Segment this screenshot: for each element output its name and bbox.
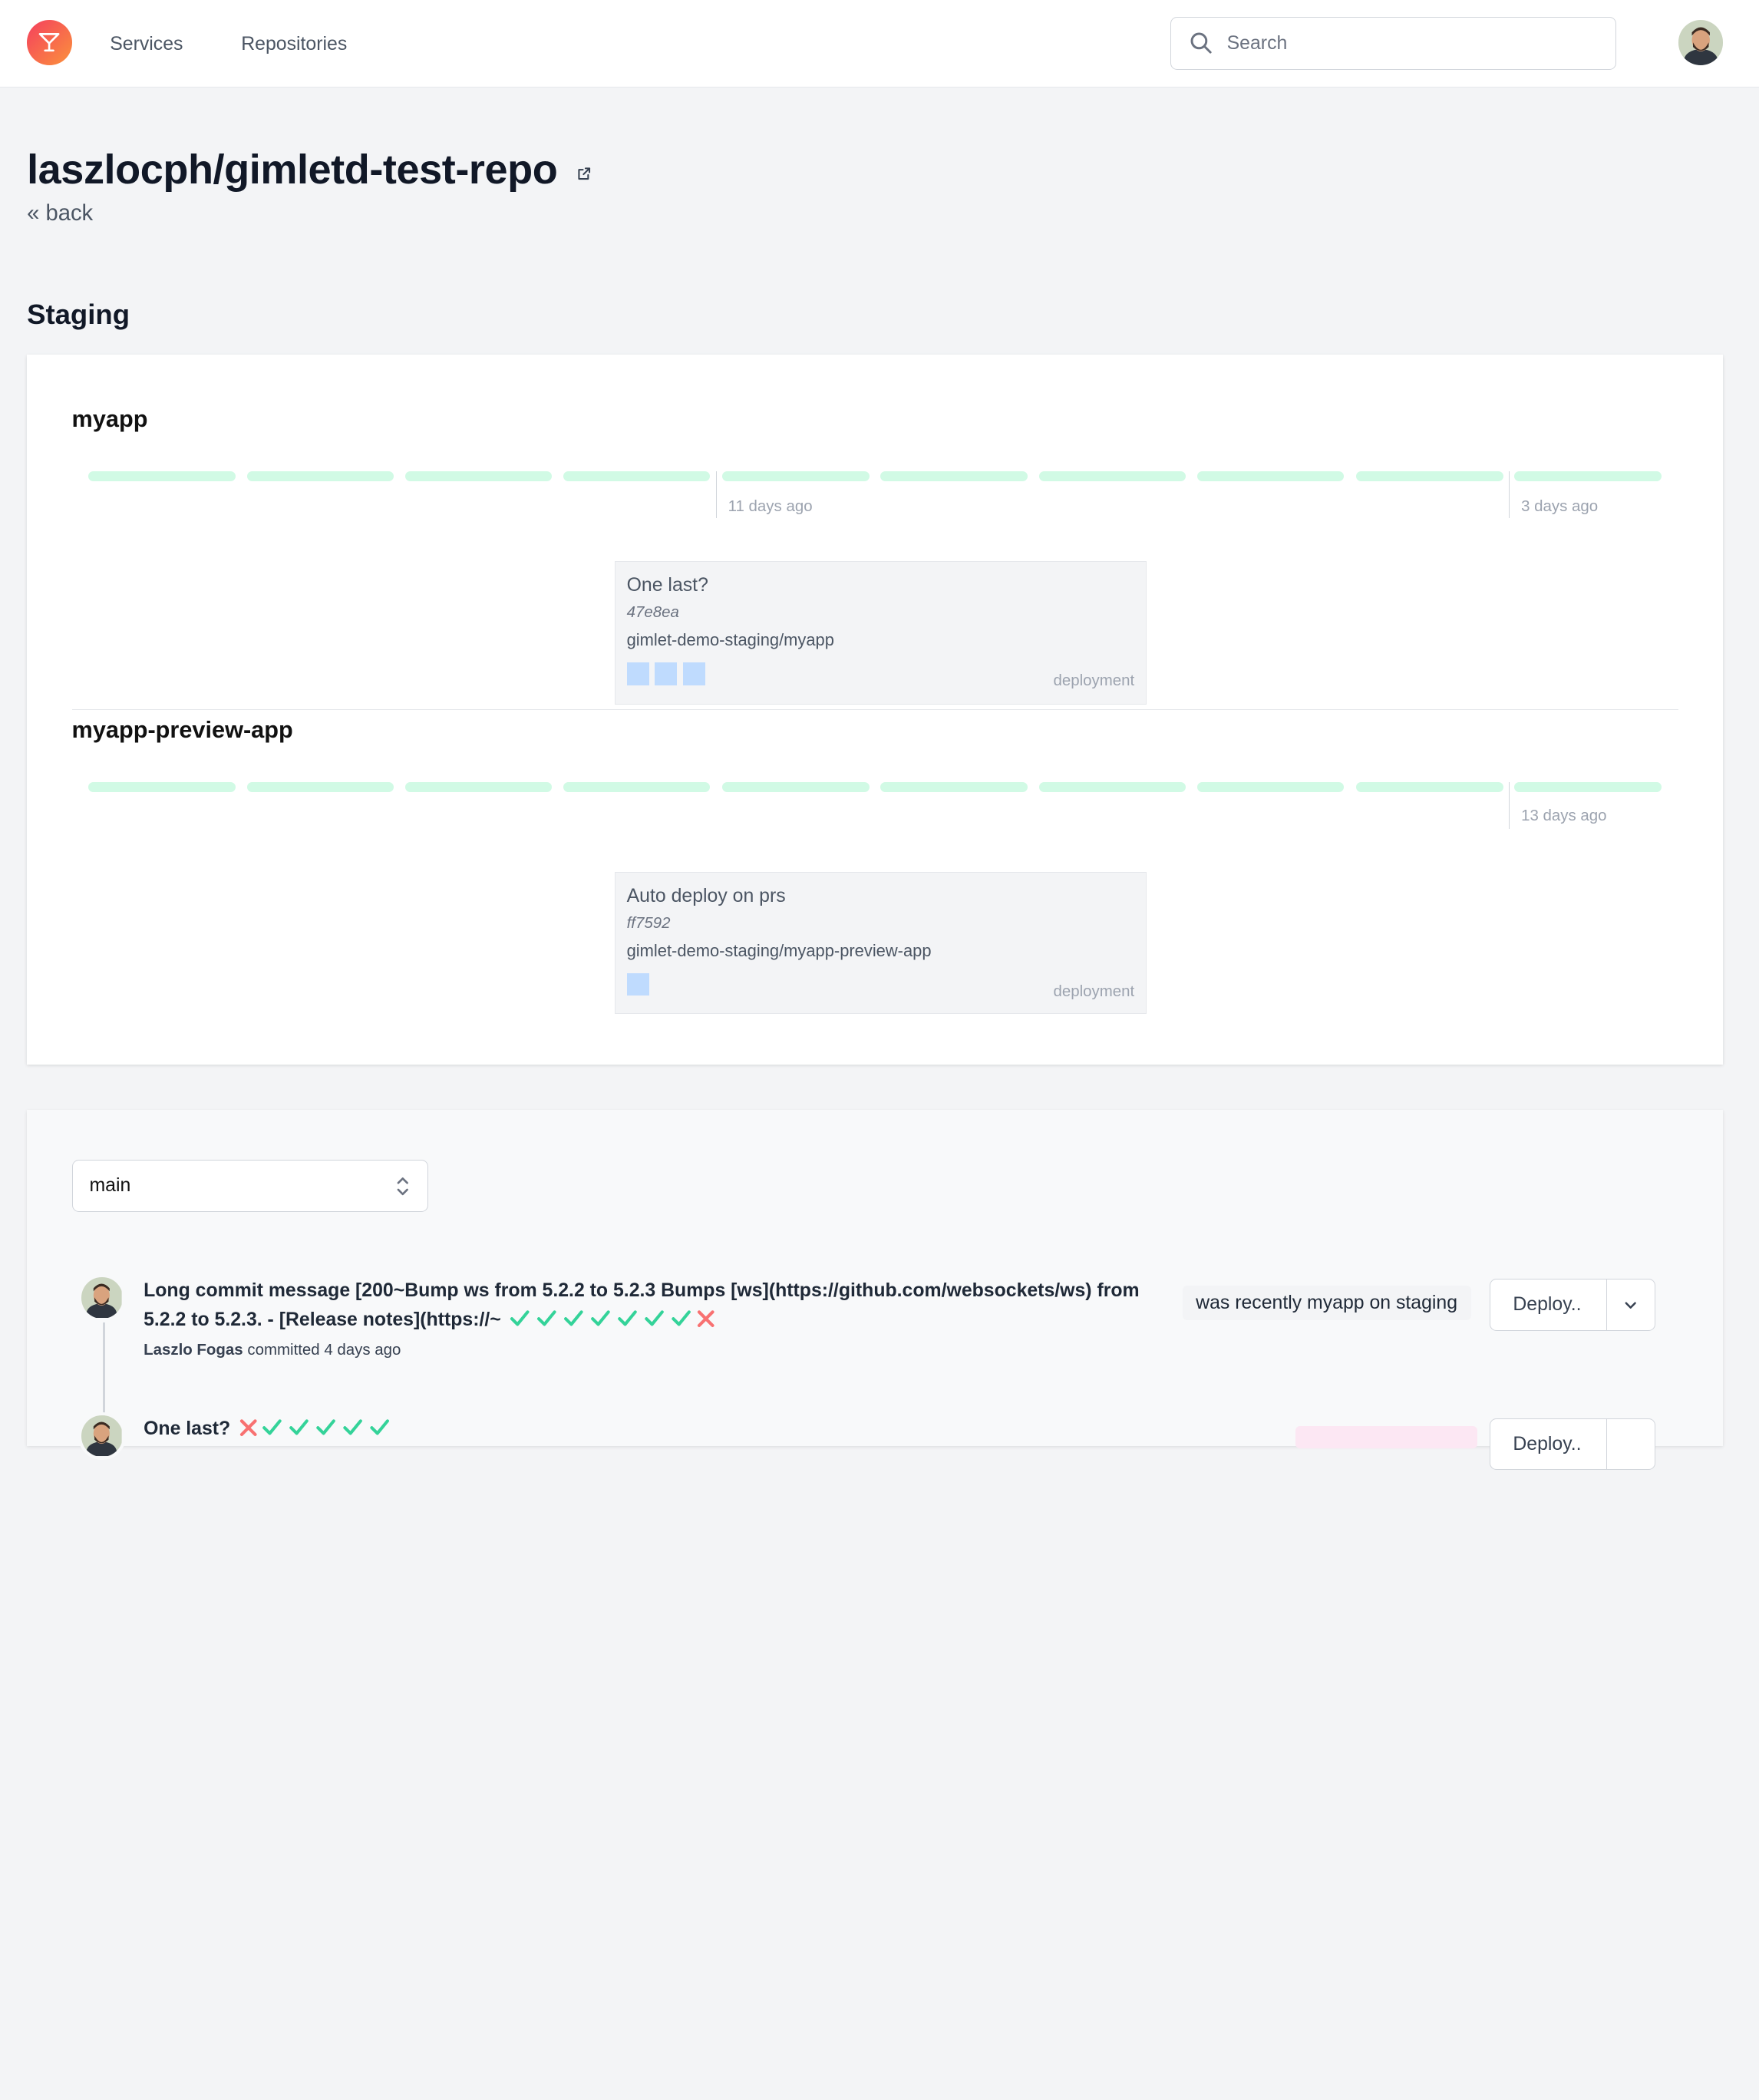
rollout-bar[interactable] [1356, 471, 1503, 482]
x-icon [698, 1310, 714, 1328]
rollout-bar[interactable] [563, 781, 711, 792]
rollout-bar[interactable] [1196, 471, 1345, 482]
x-icon [239, 1419, 257, 1437]
page-title: laszlocph/gimletd-test-repo [27, 147, 558, 193]
timeline-tick-label: 3 days ago [1521, 497, 1599, 515]
commit-message[interactable]: One last? [144, 1415, 1176, 1447]
rollout-bar[interactable] [722, 471, 870, 482]
commit-status-checks[interactable] [510, 1309, 723, 1338]
pod-indicator[interactable] [655, 662, 678, 685]
commit-meta: Laszlo Fogas committed 4 days ago [144, 1341, 401, 1359]
check-icon [262, 1419, 389, 1435]
timeline-tick-label: 11 days ago [728, 497, 813, 515]
app-divider [71, 708, 1678, 711]
rollout-bar[interactable] [1038, 781, 1186, 792]
deploy-button-group[interactable]: Deploy.. [1490, 1279, 1656, 1331]
commit-status-checks[interactable] [239, 1418, 397, 1447]
timeline-tick [1508, 781, 1510, 830]
pod-indicator[interactable] [626, 662, 649, 685]
environment-card: myapp 11 days ago 3 days ago One last? 4… [27, 354, 1724, 1065]
rollout-bar[interactable] [404, 781, 553, 792]
timeline-tick-label: 13 days ago [1521, 806, 1607, 824]
rollout-bar[interactable] [88, 781, 236, 792]
commit-message-text: One last? [144, 1418, 231, 1440]
button-separator [1606, 1418, 1608, 1469]
timeline-tick [715, 471, 717, 519]
commit-author-avatar [78, 1274, 126, 1322]
gimlet-logo-icon[interactable] [27, 20, 72, 65]
rollout-bar[interactable] [404, 471, 553, 482]
deployment-card[interactable]: Auto deploy on prs ff7592 gimlet-demo-st… [615, 871, 1147, 1015]
commit-time: committed 4 days ago [247, 1340, 401, 1359]
nav-repositories[interactable]: Repositories [241, 34, 347, 55]
rollout-bar[interactable] [88, 471, 236, 482]
rollout-bar[interactable] [880, 471, 1028, 482]
rollout-bar[interactable] [1038, 471, 1186, 482]
environment-title: Staging [27, 298, 130, 330]
rollout-bar[interactable] [1514, 471, 1662, 482]
rollout-bar[interactable] [880, 781, 1028, 792]
commit-author[interactable]: Laszlo Fogas [144, 1341, 243, 1359]
rollout-bar[interactable] [563, 471, 711, 482]
rollout-bar[interactable] [1196, 781, 1345, 792]
rollout-bar[interactable] [246, 781, 394, 792]
user-avatar[interactable] [1678, 20, 1724, 65]
recent-deploy-badge: was recently myapp on staging [1182, 1286, 1471, 1321]
search-input[interactable] [1226, 26, 1597, 61]
commits-panel: main Long commit message [200~Bump ws fr… [27, 1109, 1724, 1470]
rollout-bar[interactable] [246, 471, 394, 482]
commit-author-avatar [78, 1412, 126, 1460]
pod-indicator[interactable] [626, 973, 649, 996]
deployment-kind: deployment [1053, 982, 1135, 1000]
commit-message[interactable]: Long commit message [200~Bump ws from 5.… [144, 1276, 1176, 1338]
status-badge [1295, 1425, 1478, 1449]
top-navbar: Services Repositories [0, 0, 1759, 88]
rollout-bar[interactable] [1356, 781, 1503, 792]
pod-indicator[interactable] [682, 662, 705, 685]
back-link[interactable]: « back [27, 201, 93, 226]
chevron-down-icon[interactable] [1622, 1296, 1639, 1314]
app-name: myapp-preview-app [71, 715, 293, 743]
commit-timeline-line [103, 1322, 106, 1424]
deployment-sha: 47e8ea [626, 603, 679, 621]
search-box[interactable] [1170, 16, 1617, 70]
rollout-bar[interactable] [1514, 781, 1662, 792]
app-name: myapp [71, 404, 148, 432]
search-icon [1190, 32, 1212, 54]
deploy-button[interactable]: Deploy.. [1513, 1294, 1581, 1316]
button-separator [1606, 1279, 1608, 1330]
deployment-title: Auto deploy on prs [626, 886, 786, 907]
deployment-title: One last? [626, 575, 708, 596]
deploy-button-group[interactable]: Deploy.. [1490, 1418, 1656, 1470]
selector-icon [398, 1177, 409, 1196]
rollout-bar[interactable] [722, 781, 870, 792]
deployment-sha: ff7592 [626, 913, 671, 932]
branch-select-value: main [89, 1175, 131, 1197]
nav-services[interactable]: Services [110, 34, 183, 55]
deployment-kind: deployment [1053, 672, 1135, 690]
branch-select[interactable]: main [71, 1160, 429, 1212]
deployment-card[interactable]: One last? 47e8ea gimlet-demo-staging/mya… [615, 560, 1147, 705]
external-link-icon[interactable] [576, 166, 592, 181]
timeline-tick [1508, 471, 1510, 519]
check-icon [510, 1310, 691, 1326]
deployment-target: gimlet-demo-staging/myapp [626, 629, 834, 649]
deployment-target: gimlet-demo-staging/myapp-preview-app [626, 940, 932, 960]
